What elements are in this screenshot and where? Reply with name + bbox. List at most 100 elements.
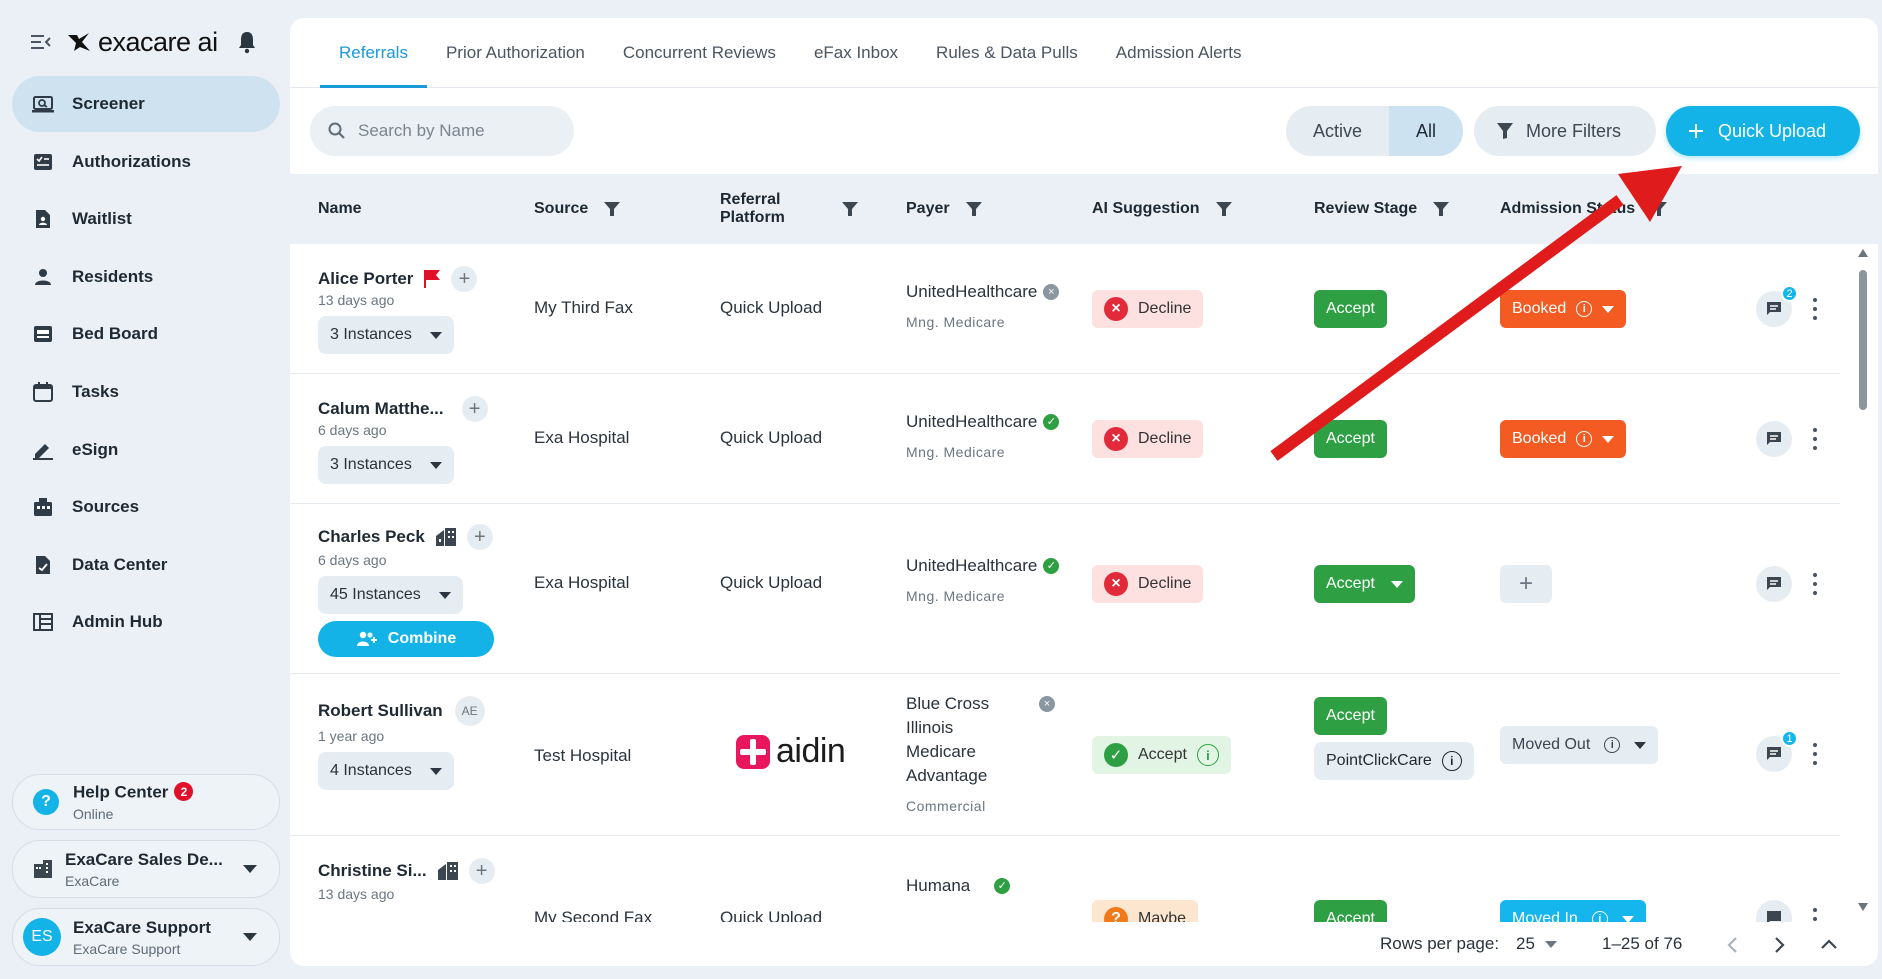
table-row[interactable]: Calum Matthe... + 6 days ago 3 Instances… (290, 374, 1840, 504)
resident-name[interactable]: Calum Matthe... (318, 399, 444, 419)
tab-rules-data-pulls[interactable]: Rules & Data Pulls (917, 18, 1097, 87)
sidebar-item-label: Bed Board (72, 324, 158, 344)
sidebar-item-data-center[interactable]: Data Center (12, 537, 280, 593)
payer-plan: Mng. Medicare (906, 314, 1006, 330)
chevron-down-icon (429, 767, 442, 775)
org-switcher[interactable]: ExaCare Sales De... ExaCare (12, 840, 280, 898)
waitlist-icon (32, 208, 54, 230)
filter-icon[interactable] (1651, 201, 1668, 217)
search-input[interactable]: Search by Name (310, 106, 574, 156)
add-admission-status-button[interactable]: + (1500, 565, 1552, 603)
more-options-icon[interactable] (1812, 428, 1818, 450)
table-row[interactable]: Robert Sullivan AE 1 year ago 4 Instance… (290, 674, 1840, 836)
next-page-icon[interactable] (1774, 936, 1786, 954)
sidebar-item-tasks[interactable]: Tasks (12, 364, 280, 420)
ai-suggestion-badge: ? Maybe (1092, 900, 1199, 922)
review-stage-button[interactable]: Accept (1314, 900, 1387, 922)
add-tag-button[interactable]: + (461, 396, 488, 422)
plus-icon: + (1518, 570, 1533, 597)
quick-upload-button[interactable]: Quick Upload (1666, 106, 1860, 156)
resident-name[interactable]: Alice Porter (318, 269, 413, 289)
comments-button[interactable] (1756, 566, 1792, 602)
scroll-up-icon[interactable] (1857, 248, 1869, 258)
sidebar-item-waitlist[interactable]: Waitlist (12, 191, 280, 247)
filter-icon[interactable] (604, 201, 621, 217)
instances-label: 45 Instances (330, 586, 421, 603)
tab-concurrent-reviews[interactable]: Concurrent Reviews (604, 18, 795, 87)
comments-button[interactable] (1756, 421, 1792, 457)
admission-status-dropdown[interactable]: Moved In i (1500, 900, 1646, 922)
collapse-menu-icon[interactable] (30, 33, 52, 51)
instances-dropdown[interactable]: 4 Instances (318, 752, 454, 790)
add-tag-button[interactable]: + (466, 524, 493, 550)
pointclickcare-badge[interactable]: PointClickCare i (1314, 742, 1474, 780)
toggle-all[interactable]: All (1389, 106, 1463, 156)
more-options-icon[interactable] (1812, 743, 1818, 765)
prev-page-icon[interactable] (1726, 936, 1738, 954)
avatar: ES (23, 918, 61, 956)
sidebar-item-screener[interactable]: Screener (12, 76, 280, 132)
toggle-active[interactable]: Active (1286, 106, 1389, 156)
review-stage-button[interactable]: Accept (1314, 290, 1387, 328)
add-tag-button[interactable]: + (451, 266, 478, 292)
more-options-icon[interactable] (1812, 908, 1818, 922)
scroll-to-top-icon[interactable] (1820, 938, 1838, 950)
scrollbar-thumb[interactable] (1859, 270, 1867, 410)
payer-line: Blue Cross (906, 694, 990, 713)
comments-button[interactable]: 1 (1756, 730, 1798, 772)
pagination-range: 1–25 of 76 (1602, 934, 1683, 953)
comments-button[interactable]: 2 (1756, 285, 1798, 327)
tab-admission-alerts[interactable]: Admission Alerts (1097, 18, 1261, 87)
add-tag-button[interactable]: + (468, 858, 495, 884)
instances-dropdown[interactable]: 3 Instances (318, 316, 454, 354)
sidebar-item-authorizations[interactable]: Authorizations (12, 134, 280, 190)
payer-plan: Mng. Medicare (906, 444, 1006, 460)
filter-icon[interactable] (1433, 201, 1450, 217)
payer-name: UnitedHealthcare (906, 412, 1038, 431)
tab-efax-inbox[interactable]: eFax Inbox (795, 18, 917, 87)
user-switcher[interactable]: ES ExaCare Support ExaCare Support (12, 908, 280, 966)
bell-icon[interactable] (236, 30, 258, 54)
sidebar-item-esign[interactable]: eSign (12, 422, 280, 478)
scroll-down-icon[interactable] (1857, 902, 1869, 912)
review-stage-dropdown[interactable]: Accept (1314, 565, 1415, 603)
review-stage-button[interactable]: Accept (1314, 420, 1387, 458)
flag-icon[interactable] (423, 269, 441, 289)
admission-status-dropdown[interactable]: Booked i (1500, 420, 1627, 458)
filter-icon[interactable] (965, 201, 982, 217)
exacare-logo[interactable]: exacare ai (66, 27, 218, 58)
filter-icon[interactable] (1215, 201, 1232, 217)
table-row[interactable]: Christine Si... + 13 days ago My Second … (290, 836, 1840, 922)
combine-button[interactable]: Combine (318, 621, 494, 657)
resident-name[interactable]: Charles Peck (318, 527, 425, 547)
tab-prior-authorization[interactable]: Prior Authorization (427, 18, 604, 87)
rows-per-page-select[interactable]: 25 (1516, 934, 1557, 954)
comments-button[interactable] (1756, 900, 1792, 922)
vertical-scrollbar[interactable] (1856, 248, 1870, 918)
sidebar-item-sources[interactable]: Sources (12, 479, 280, 535)
sidebar-item-bed-board[interactable]: Bed Board (12, 306, 280, 362)
admission-status-dropdown[interactable]: Booked i (1500, 290, 1627, 328)
instances-dropdown[interactable]: 45 Instances (318, 576, 463, 614)
admission-status-dropdown[interactable]: Moved Out i (1500, 726, 1659, 764)
sidebar-item-label: Screener (72, 94, 145, 113)
instances-dropdown[interactable]: 3 Instances (318, 446, 454, 484)
more-options-icon[interactable] (1812, 298, 1818, 320)
more-options-icon[interactable] (1812, 573, 1818, 595)
created-ago: 6 days ago (318, 552, 387, 568)
sidebar-item-residents[interactable]: Residents (12, 249, 280, 305)
review-stage-button[interactable]: Accept (1314, 697, 1387, 735)
col-name: Name (318, 174, 362, 244)
tab-referrals[interactable]: Referrals (320, 18, 427, 88)
help-center-card[interactable]: ? Help Center 2 Online (12, 774, 280, 830)
table-row[interactable]: Alice Porter + 13 days ago 3 Instances M… (290, 244, 1840, 374)
resident-name[interactable]: Robert Sullivan (318, 701, 443, 721)
name-cell: Robert Sullivan AE (318, 696, 485, 726)
tab-bar: Referrals Prior Authorization Concurrent… (290, 18, 1878, 88)
sidebar-item-admin-hub[interactable]: Admin Hub (12, 594, 280, 650)
source-cell: Exa Hospital (534, 573, 630, 592)
table-row[interactable]: Charles Peck + 6 days ago 45 Instances C… (290, 504, 1840, 674)
more-filters-button[interactable]: More Filters (1474, 106, 1656, 156)
filter-icon[interactable] (842, 201, 858, 217)
resident-name[interactable]: Christine Si... (318, 861, 427, 881)
